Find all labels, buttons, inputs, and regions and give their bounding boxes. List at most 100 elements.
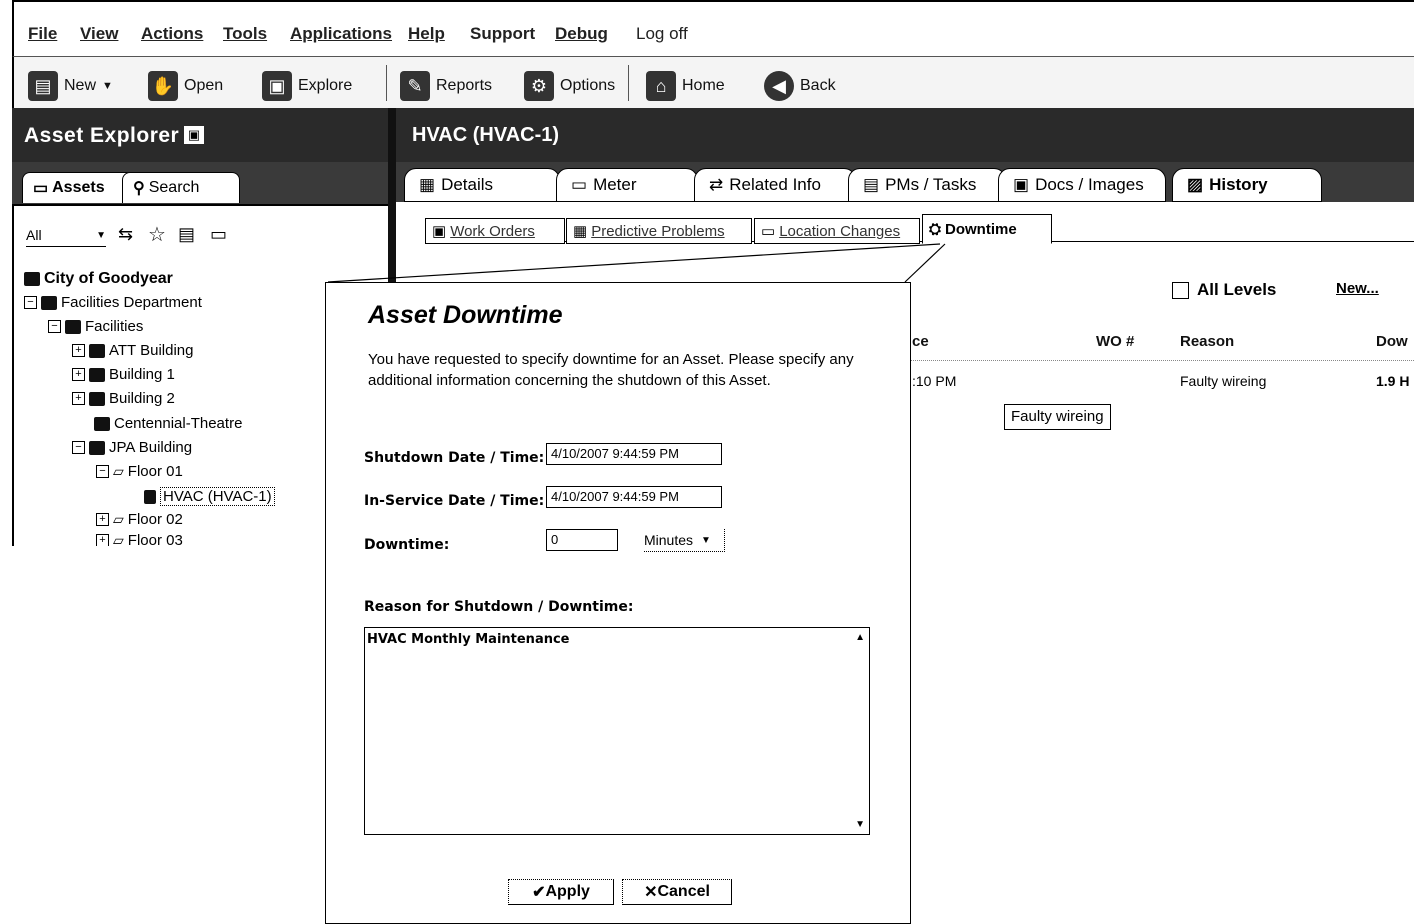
menu-actions[interactable]: Actions: [141, 24, 203, 44]
chevron-down-icon[interactable]: ▼: [102, 80, 113, 92]
tab-label: History: [1209, 175, 1268, 194]
home-button[interactable]: ⌂ Home: [646, 71, 725, 101]
tree-item-facilities-department[interactable]: − Facilities Department: [24, 294, 202, 311]
menu-file[interactable]: File: [28, 24, 57, 44]
all-levels-toggle[interactable]: All Levels: [1172, 280, 1276, 300]
new-link[interactable]: New...: [1336, 280, 1379, 297]
tree-label: ATT Building: [109, 342, 194, 359]
inservice-datetime-input[interactable]: 4/10/2007 9:44:59 PM: [546, 486, 722, 508]
collapse-icon[interactable]: −: [72, 441, 85, 454]
folder-icon: [65, 319, 81, 334]
back-button[interactable]: ◀ Back: [764, 71, 836, 101]
reason-textarea[interactable]: HVAC Monthly Maintenance ▲ ▼: [364, 627, 870, 835]
chevron-down-icon: ▼: [701, 534, 711, 546]
downtime-unit-select[interactable]: Minutes ▼: [644, 529, 725, 552]
search-icon: ⚲: [133, 180, 145, 197]
expand-icon[interactable]: +: [72, 344, 85, 357]
dialog-intro: You have requested to specify downtime f…: [368, 351, 854, 389]
tree-item-city[interactable]: City of Goodyear: [24, 270, 173, 288]
sync-icon[interactable]: ⇆: [118, 224, 133, 245]
tree-item-floor-03[interactable]: + ▱ Floor 03: [96, 534, 183, 546]
menu-applications[interactable]: Applications: [290, 24, 392, 44]
star-icon[interactable]: ☆: [148, 222, 166, 247]
collapse-icon[interactable]: −: [48, 320, 61, 333]
scroll-down-icon[interactable]: ▼: [855, 819, 865, 830]
col-header-downtime[interactable]: Dow: [1376, 333, 1408, 350]
downtime-input[interactable]: 0: [546, 529, 618, 551]
asset-title: HVAC (HVAC-1): [412, 124, 560, 146]
tree-item-floor-01[interactable]: − ▱ Floor 01: [96, 463, 183, 480]
tab-related-info[interactable]: ⇄ Related Info: [694, 168, 856, 202]
scroll-up-icon[interactable]: ▲: [855, 632, 865, 643]
collapse-icon[interactable]: −: [24, 296, 37, 309]
tab-pms-tasks[interactable]: ▤ PMs / Tasks: [848, 168, 1006, 202]
tab-assets[interactable]: ▭ Assets: [22, 172, 134, 203]
options-button[interactable]: ⚙ Options: [524, 71, 615, 101]
tree-item-jpa-building[interactable]: − JPA Building: [72, 439, 192, 456]
menu-view[interactable]: View: [80, 24, 118, 44]
tree-item-hvac[interactable]: HVAC (HVAC-1): [144, 487, 275, 506]
expand-icon[interactable]: +: [72, 392, 85, 405]
tree-item-building-1[interactable]: + Building 1: [72, 366, 175, 383]
tree-label: Facilities Department: [61, 294, 202, 311]
tab-details[interactable]: ▦ Details: [404, 168, 560, 202]
open-button[interactable]: ✋ Open: [148, 71, 223, 101]
shutdown-datetime-input[interactable]: 4/10/2007 9:44:59 PM: [546, 443, 722, 465]
tree-item-att-building[interactable]: + ATT Building: [72, 342, 194, 359]
meter-icon: ▭: [571, 175, 588, 194]
reports-button[interactable]: ✎ Reports: [400, 71, 492, 101]
asset-explorer-header: Asset Explorer ▣: [12, 108, 388, 162]
tab-assets-label: Assets: [52, 179, 105, 196]
tab-docs-images[interactable]: ▣ Docs / Images: [998, 168, 1166, 202]
gear-icon: ⚙: [524, 71, 554, 101]
all-levels-checkbox[interactable]: [1172, 281, 1189, 299]
new-button[interactable]: ▤ New ▼: [28, 71, 113, 101]
menu-debug[interactable]: Debug: [555, 24, 608, 44]
tree-item-building-2[interactable]: + Building 2: [72, 390, 175, 407]
col-header-wo[interactable]: WO #: [1096, 333, 1134, 350]
related-info-icon: ⇄: [709, 175, 724, 194]
tree-label-selected: HVAC (HVAC-1): [160, 487, 275, 506]
cancel-label: Cancel: [657, 883, 710, 900]
collapse-tree-icon[interactable]: ▭: [210, 224, 227, 245]
options-label: Options: [560, 77, 616, 94]
tab-meter[interactable]: ▭ Meter: [556, 168, 698, 202]
asset-tabs: ▦ Details ▭ Meter ⇄ Related Info ▤ PMs / Tas…: [396, 162, 1414, 202]
floor-icon: ▱: [113, 511, 124, 527]
tree-item-facilities[interactable]: − Facilities: [48, 318, 143, 335]
col-header-date[interactable]: ce: [912, 333, 929, 350]
tree-filter-icon[interactable]: ▤: [178, 224, 195, 245]
menu-log-off[interactable]: Log off: [636, 24, 688, 44]
toolbar-divider: [386, 65, 387, 101]
image-icon[interactable]: ▣: [184, 126, 204, 144]
back-label: Back: [800, 77, 836, 94]
apply-label: Apply: [545, 883, 590, 900]
expand-icon[interactable]: +: [96, 534, 109, 546]
shutdown-label: Shutdown Date / Time:: [364, 450, 545, 466]
tab-history[interactable]: ▨ History: [1172, 168, 1322, 202]
menu-tools[interactable]: Tools: [223, 24, 267, 44]
tab-search[interactable]: ⚲ Search: [122, 172, 240, 203]
home-label: Home: [682, 77, 725, 94]
collapse-icon[interactable]: −: [96, 465, 109, 478]
building-icon: [89, 391, 105, 406]
menu-support[interactable]: Support: [470, 24, 535, 44]
tree-label: City of Goodyear: [44, 270, 173, 287]
tree-item-floor-02[interactable]: + ▱ Floor 02: [96, 511, 183, 528]
downtime-label: Downtime:: [364, 537, 450, 553]
expand-icon[interactable]: +: [72, 368, 85, 381]
tree-label: Centennial-Theatre: [114, 415, 243, 432]
grid-header-divider: [910, 360, 1414, 361]
expand-icon[interactable]: +: [96, 513, 109, 526]
reason-label: Reason for Shutdown / Downtime:: [364, 599, 634, 615]
filter-select[interactable]: All ▼: [26, 224, 106, 247]
home-icon: ⌂: [646, 71, 676, 101]
close-icon: ✕: [644, 884, 658, 901]
back-arrow-icon: ◀: [764, 71, 794, 101]
col-header-reason[interactable]: Reason: [1180, 333, 1234, 350]
cancel-button[interactable]: ✕ Cancel: [622, 879, 732, 905]
menu-help[interactable]: Help: [408, 24, 445, 44]
tree-item-centennial-theatre[interactable]: Centennial-Theatre: [94, 415, 242, 432]
apply-button[interactable]: ✔ Apply: [508, 879, 614, 905]
explore-button[interactable]: ▣ Explore: [262, 71, 352, 101]
